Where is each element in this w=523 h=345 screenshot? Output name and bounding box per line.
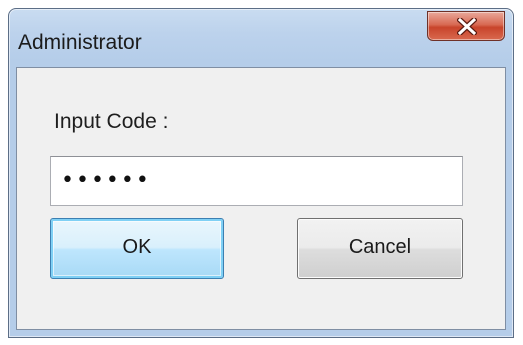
ok-button[interactable]: OK	[50, 218, 224, 279]
close-button[interactable]	[427, 11, 505, 41]
window-title: Administrator	[18, 31, 142, 54]
input-code-label: Input Code :	[54, 110, 169, 133]
cancel-button[interactable]: Cancel	[297, 218, 463, 279]
dialog-client-area: Input Code : •••••• OK Cancel	[16, 67, 506, 330]
close-x-icon	[457, 18, 477, 35]
code-input-field[interactable]: ••••••	[50, 156, 463, 206]
title-bar[interactable]: Administrator	[9, 9, 513, 67]
admin-dialog-window: Administrator Input Code : •••••• OK Can…	[8, 8, 514, 338]
